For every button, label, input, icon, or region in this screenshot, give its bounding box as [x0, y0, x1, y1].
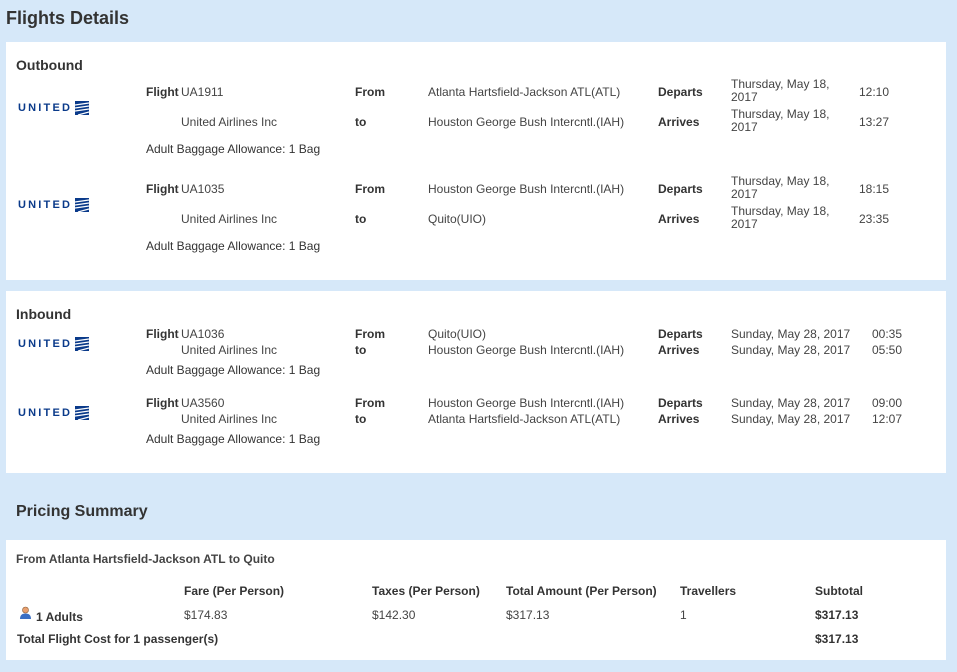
flight-number: UA3560	[181, 396, 225, 410]
person-icon	[20, 606, 31, 619]
arrive-time: 12:07	[872, 412, 903, 426]
flight-label: Flight	[146, 327, 179, 341]
united-logo: UNITED	[18, 198, 90, 212]
page-title: Flights Details	[6, 8, 130, 28]
depart-date: Thursday, May 18, 2017	[731, 174, 830, 201]
flight-label: Flight	[146, 85, 179, 99]
arrives-label: Arrives	[658, 115, 700, 129]
airline-name: United Airlines Inc	[181, 343, 278, 357]
airline-logo-text: UNITED	[18, 102, 73, 114]
flight-label: Flight	[146, 396, 179, 410]
arrive-date: Thursday, May 18, 2017	[731, 204, 830, 231]
globe-icon	[75, 337, 90, 351]
from-airport: Quito(UIO)	[428, 327, 487, 341]
to-label: to	[355, 412, 367, 426]
united-logo: UNITED	[18, 101, 90, 115]
baggage-allowance: Adult Baggage Allowance: 1 Bag	[146, 363, 321, 377]
travellers-value: 1	[680, 608, 687, 622]
from-airport: Houston George Bush Intercntl.(IAH)	[428, 182, 625, 196]
depart-time: 00:35	[872, 327, 903, 341]
from-label: From	[355, 182, 385, 196]
subtotal-header: Subtotal	[815, 584, 863, 598]
departs-label: Departs	[658, 327, 703, 341]
depart-time: 18:15	[859, 182, 890, 196]
from-label: From	[355, 327, 385, 341]
total-header: Total Amount (Per Person)	[506, 584, 657, 598]
total-flight-cost-label: Total Flight Cost for 1 passenger(s)	[17, 632, 219, 646]
total-value: $317.13	[506, 608, 550, 622]
depart-date: Sunday, May 28, 2017	[731, 396, 851, 410]
flight-number: UA1036	[181, 327, 225, 341]
airline-logo-text: UNITED	[18, 407, 73, 419]
from-label: From	[355, 396, 385, 410]
from-airport: Atlanta Hartsfield-Jackson ATL(ATL)	[428, 85, 621, 99]
outbound-panel: Outbound UNITED Flight UA1911 United Air…	[6, 42, 946, 280]
outbound-title: Outbound	[16, 57, 83, 73]
subtotal-value: $317.13	[815, 608, 859, 622]
pricing-panel: From Atlanta Hartsfield-Jackson ATL to Q…	[6, 540, 946, 660]
arrives-label: Arrives	[658, 212, 700, 226]
departs-label: Departs	[658, 85, 703, 99]
airline-name: United Airlines Inc	[181, 412, 278, 426]
passenger-count: 1 Adults	[36, 610, 83, 624]
baggage-allowance: Adult Baggage Allowance: 1 Bag	[146, 432, 321, 446]
to-label: to	[355, 343, 367, 357]
to-label: to	[355, 115, 367, 129]
to-airport: Quito(UIO)	[428, 212, 487, 226]
taxes-header: Taxes (Per Person)	[372, 584, 480, 598]
united-logo: UNITED	[18, 337, 90, 351]
flight-number: UA1035	[181, 182, 225, 196]
travellers-header: Travellers	[680, 584, 737, 598]
pricing-summary-title: Pricing Summary	[16, 503, 148, 520]
to-airport: Houston George Bush Intercntl.(IAH)	[428, 115, 625, 129]
airline-name: United Airlines Inc	[181, 212, 278, 226]
baggage-allowance: Adult Baggage Allowance: 1 Bag	[146, 239, 321, 253]
to-airport: Houston George Bush Intercntl.(IAH)	[428, 343, 625, 357]
to-label: to	[355, 212, 367, 226]
inbound-title: Inbound	[16, 306, 72, 322]
airline-name: United Airlines Inc	[181, 115, 278, 129]
arrive-date: Sunday, May 28, 2017	[731, 343, 851, 357]
arrive-date: Sunday, May 28, 2017	[731, 412, 851, 426]
departs-label: Departs	[658, 182, 703, 196]
arrive-time: 05:50	[872, 343, 903, 357]
baggage-allowance: Adult Baggage Allowance: 1 Bag	[146, 142, 321, 156]
flight-label: Flight	[146, 182, 179, 196]
flight-number: UA1911	[181, 85, 224, 99]
united-logo: UNITED	[18, 406, 90, 420]
depart-time: 09:00	[872, 396, 903, 410]
inbound-panel: Inbound UNITED Flight UA1036 United Airl…	[6, 291, 946, 473]
from-label: From	[355, 85, 385, 99]
fare-header: Fare (Per Person)	[184, 584, 285, 598]
taxes-value: $142.30	[372, 608, 416, 622]
departs-label: Departs	[658, 396, 703, 410]
globe-icon	[75, 406, 90, 420]
airline-logo-text: UNITED	[18, 199, 73, 211]
airline-logo-text: UNITED	[18, 338, 73, 350]
total-flight-cost-value: $317.13	[815, 632, 859, 646]
arrives-label: Arrives	[658, 343, 700, 357]
depart-date: Thursday, May 18, 2017	[731, 77, 830, 104]
fare-value: $174.83	[184, 608, 228, 622]
arrive-time: 23:35	[859, 212, 890, 226]
to-airport: Atlanta Hartsfield-Jackson ATL(ATL)	[428, 412, 621, 426]
arrive-date: Thursday, May 18, 2017	[731, 107, 830, 134]
arrives-label: Arrives	[658, 412, 700, 426]
globe-icon	[75, 101, 90, 115]
depart-date: Sunday, May 28, 2017	[731, 327, 851, 341]
from-airport: Houston George Bush Intercntl.(IAH)	[428, 396, 625, 410]
arrive-time: 13:27	[859, 115, 890, 129]
depart-time: 12:10	[859, 85, 890, 99]
globe-icon	[75, 198, 90, 212]
pricing-route: From Atlanta Hartsfield-Jackson ATL to Q…	[16, 552, 275, 566]
